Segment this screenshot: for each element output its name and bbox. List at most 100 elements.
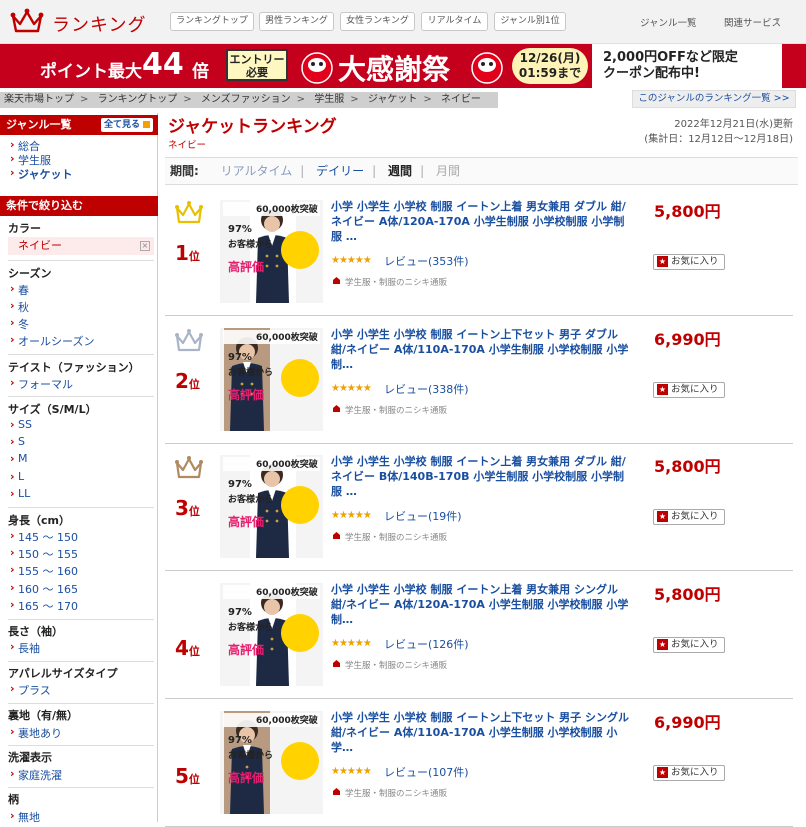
chevron-down-icon[interactable]: ▾	[775, 15, 780, 26]
favorite-button[interactable]: お気に入り	[653, 254, 725, 270]
banner-coupon-text: 2,000円OFFなど限定 クーポン配布中!	[603, 50, 738, 81]
sidebar-genre-jacket[interactable]: ジャケット	[10, 166, 73, 182]
breadcrumb-item[interactable]: メンズファッション	[201, 94, 291, 105]
banner-point-num: 44	[142, 47, 184, 82]
filter-size-m[interactable]: M	[10, 452, 27, 465]
breadcrumb: 楽天市場トップ > ランキングトップ > メンズファッション > 学生服 > ジャケット…	[0, 92, 498, 108]
genre-ranking-list-link[interactable]: このジャンルのランキング一覧 >>	[632, 90, 796, 108]
campaign-banner[interactable]: ポイント最大 44 倍 エントリー 必要 大感謝祭 12/26(月) 01:59…	[0, 44, 806, 88]
period-weekly[interactable]: 週間	[388, 164, 412, 178]
period-daily[interactable]: デイリー	[316, 164, 364, 178]
ranking-item: 5位 60,000枚突破 97% お客様から 高評価 小学 小学生 小学校 制服…	[165, 699, 793, 827]
filter-header: 条件で絞り込む	[0, 196, 158, 216]
ranking-item: 1位 60,000枚突破 97% お客様から 高評価 小学 小学生 小学校 制服…	[165, 188, 793, 316]
filter-sleeve-long[interactable]: 長袖	[10, 640, 40, 656]
product-name-link[interactable]: 小学 小学生 小学校 制服 イートン上下セット 男子 ダブル 紺/ネイビー A体…	[331, 327, 631, 372]
filter-season-autumn[interactable]: 秋	[10, 299, 29, 315]
shop-name-link[interactable]: 学生服・制服のニシキ通販	[345, 531, 447, 543]
favorite-button[interactable]: お気に入り	[653, 509, 725, 525]
shop-icon	[333, 532, 340, 539]
nav-ranking-top[interactable]: ランキングトップ	[170, 12, 254, 31]
filter-height-item[interactable]: 165 ～ 170	[10, 598, 78, 614]
filter-wash-home[interactable]: 家庭洗濯	[10, 767, 62, 783]
genre-list-header: ジャンル一覧 全て見る	[0, 115, 158, 135]
filter-size-ll[interactable]: LL	[10, 487, 30, 500]
product-price: 5,800円	[654, 457, 721, 476]
product-name-link[interactable]: 小学 小学生 小学校 制服 イートン上着 男女兼用 ダブル 紺/ネイビー B体/…	[331, 454, 631, 499]
filter-taste-label: テイスト（ファッション）	[8, 361, 140, 374]
filter-lining-yes[interactable]: 裏地あり	[10, 725, 62, 741]
nav-genre-first[interactable]: ジャンル別1位	[494, 12, 566, 31]
product-thumbnail[interactable]: 60,000枚突破 97% お客様から 高評価	[220, 328, 323, 431]
filter-pattern-label: 柄	[8, 793, 19, 806]
product-thumbnail[interactable]: 60,000枚突破 97% お客様から 高評価	[220, 455, 323, 558]
shop-name-link[interactable]: 学生服・制服のニシキ通販	[345, 276, 447, 288]
logo-text[interactable]: ランキング	[52, 11, 146, 37]
breadcrumb-item[interactable]: 学生服	[314, 94, 344, 105]
shop-name-link[interactable]: 学生服・制服のニシキ通販	[345, 404, 447, 416]
nav-women-ranking[interactable]: 女性ランキング	[340, 12, 415, 31]
crown-logo-icon[interactable]	[10, 8, 44, 34]
filter-height-label: 身長（cm）	[8, 514, 70, 527]
remove-filter-icon[interactable]: ×	[140, 241, 150, 251]
rank-number: 5位	[175, 764, 200, 788]
shop-name-link[interactable]: 学生服・制服のニシキ通販	[345, 787, 447, 799]
product-thumbnail[interactable]: 60,000枚突破 97% お客様から 高評価	[220, 583, 323, 686]
main-content: ジャケットランキング ネイビー 2022年12月21日(水)更新 (集計日：12…	[165, 112, 798, 827]
favorite-button[interactable]: お気に入り	[653, 637, 725, 653]
product-name-link[interactable]: 小学 小学生 小学校 制服 イートン上着 男女兼用 ダブル 紺/ネイビー A体/…	[331, 199, 631, 244]
filter-season-all[interactable]: オールシーズン	[10, 333, 95, 349]
review-link[interactable]: レビュー(107件)	[384, 764, 469, 780]
breadcrumb-item[interactable]: ジャケット	[368, 94, 418, 105]
daruma-icon	[301, 52, 333, 84]
breadcrumb-item[interactable]: ランキングトップ	[98, 94, 178, 105]
favorite-button[interactable]: お気に入り	[653, 765, 725, 781]
daruma-icon	[471, 52, 503, 84]
see-all-button[interactable]: 全て見る	[101, 118, 153, 132]
filter-season-spring[interactable]: 春	[10, 282, 29, 298]
shop-name-link[interactable]: 学生服・制服のニシキ通販	[345, 659, 447, 671]
breadcrumb-item[interactable]: 楽天市場トップ	[4, 94, 74, 105]
favorite-button[interactable]: お気に入り	[653, 382, 725, 398]
breadcrumb-current: ネイビー	[440, 94, 481, 105]
filter-size-l[interactable]: L	[10, 470, 24, 483]
filter-height-item[interactable]: 160 ～ 165	[10, 581, 78, 597]
product-thumbnail[interactable]: 60,000枚突破 97% お客様から 高評価	[220, 200, 323, 303]
filter-size-s[interactable]: S	[10, 435, 25, 448]
rank-number: 2位	[175, 369, 200, 393]
banner-deadline: 12/26(月) 01:59まで	[512, 48, 588, 84]
rank-number: 1位	[175, 241, 200, 265]
nav-realtime[interactable]: リアルタイム	[421, 12, 488, 31]
related-services-link[interactable]: 関連サービス	[724, 15, 781, 29]
product-name-link[interactable]: 小学 小学生 小学校 制服 イートン上着 男女兼用 シングル 紺/ネイビー A体…	[331, 582, 631, 627]
page-subtitle: ネイビー	[168, 140, 207, 151]
filter-height-item[interactable]: 155 ～ 160	[10, 563, 78, 579]
review-link[interactable]: レビュー(353件)	[384, 253, 469, 269]
filter-season-winter[interactable]: 冬	[10, 316, 29, 332]
filter-height-item[interactable]: 145 ～ 150	[10, 529, 78, 545]
product-thumbnail[interactable]: 60,000枚突破 97% お客様から 高評価	[220, 711, 323, 814]
filter-pattern-plain[interactable]: 無地	[10, 809, 40, 825]
product-image	[220, 200, 323, 303]
product-price: 6,990円	[654, 330, 721, 349]
period-realtime[interactable]: リアルタイム	[221, 164, 293, 178]
period-monthly[interactable]: 月間	[436, 164, 460, 178]
crown-icon	[175, 329, 203, 352]
filter-taste-formal[interactable]: フォーマル	[10, 376, 73, 392]
product-price: 5,800円	[654, 202, 721, 221]
rating-stars: ★★★★★	[331, 510, 372, 521]
crown-icon	[175, 201, 203, 224]
review-link[interactable]: レビュー(338件)	[384, 381, 469, 397]
shop-icon	[333, 788, 340, 795]
review-link[interactable]: レビュー(19件)	[384, 508, 462, 524]
nav-men-ranking[interactable]: 男性ランキング	[259, 12, 334, 31]
filter-height-item[interactable]: 150 ～ 155	[10, 546, 78, 562]
ranking-item: 2位 60,000枚突破 97% お客様から 高評価 小学 小学生 小学校 制服…	[165, 316, 793, 444]
product-name-link[interactable]: 小学 小学生 小学校 制服 イートン上下セット 男子 シングル 紺/ネイビー A…	[331, 710, 631, 755]
filter-size-ss[interactable]: SS	[10, 418, 32, 431]
genre-list-link[interactable]: ジャンル一覧	[640, 15, 697, 29]
review-link[interactable]: レビュー(126件)	[384, 636, 469, 652]
filter-apparel-plus[interactable]: プラス	[10, 682, 51, 698]
filter-apparel-label: アパレルサイズタイプ	[8, 667, 118, 680]
filter-color-selected[interactable]: ネイビー ×	[8, 237, 154, 255]
